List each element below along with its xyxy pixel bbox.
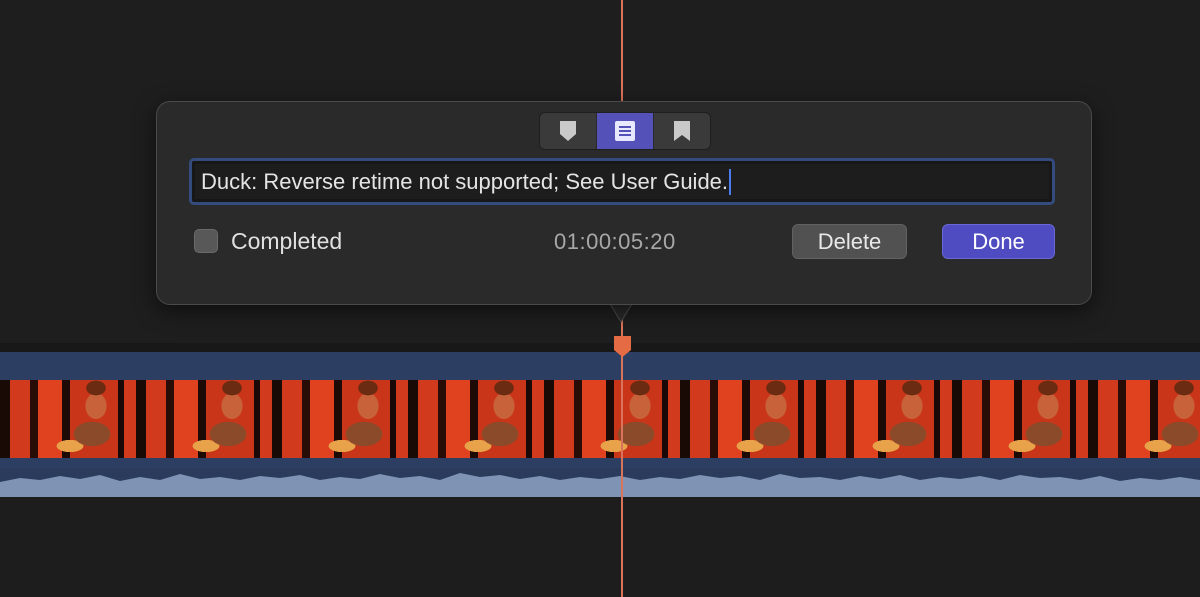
video-clip[interactable]	[0, 352, 1200, 497]
clip-thumbnail	[1088, 380, 1200, 458]
clip-thumbnail	[544, 380, 680, 458]
chapter-marker-tab[interactable]	[654, 113, 710, 149]
clip-thumbnail	[680, 380, 816, 458]
clip-filmstrip[interactable]	[0, 380, 1200, 458]
clip-thumbnail	[272, 380, 408, 458]
marker-icon[interactable]	[614, 336, 631, 357]
marker-note-input[interactable]: Duck: Reverse retime not supported; See …	[189, 158, 1055, 205]
clip-thumbnail	[136, 380, 272, 458]
todo-marker-tab[interactable]	[597, 113, 654, 149]
completed-label[interactable]: Completed	[231, 228, 342, 255]
done-button[interactable]: Done	[942, 224, 1055, 259]
clip-thumbnail	[952, 380, 1088, 458]
standard-marker-icon	[560, 121, 576, 141]
marker-note-text-area[interactable]: Duck: Reverse retime not supported; See …	[195, 164, 1049, 199]
marker-popover: Duck: Reverse retime not supported; See …	[156, 101, 1092, 305]
delete-button[interactable]: Delete	[792, 224, 907, 259]
completed-checkbox[interactable]	[194, 229, 218, 253]
text-caret	[729, 168, 732, 195]
clip-header-bar[interactable]	[0, 352, 1200, 380]
clip-thumbnail	[816, 380, 952, 458]
marker-timecode: 01:00:05:20	[554, 229, 676, 254]
todo-list-icon	[615, 121, 635, 141]
standard-marker-tab[interactable]	[540, 113, 597, 149]
clip-thumbnail	[408, 380, 544, 458]
clip-thumbnail	[0, 380, 136, 458]
chapter-marker-icon	[674, 121, 690, 141]
timeline-empty-area	[0, 497, 1200, 597]
marker-note-text: Duck: Reverse retime not supported; See …	[201, 168, 729, 194]
audio-waveform[interactable]	[0, 468, 1200, 497]
marker-type-selector	[539, 112, 711, 150]
